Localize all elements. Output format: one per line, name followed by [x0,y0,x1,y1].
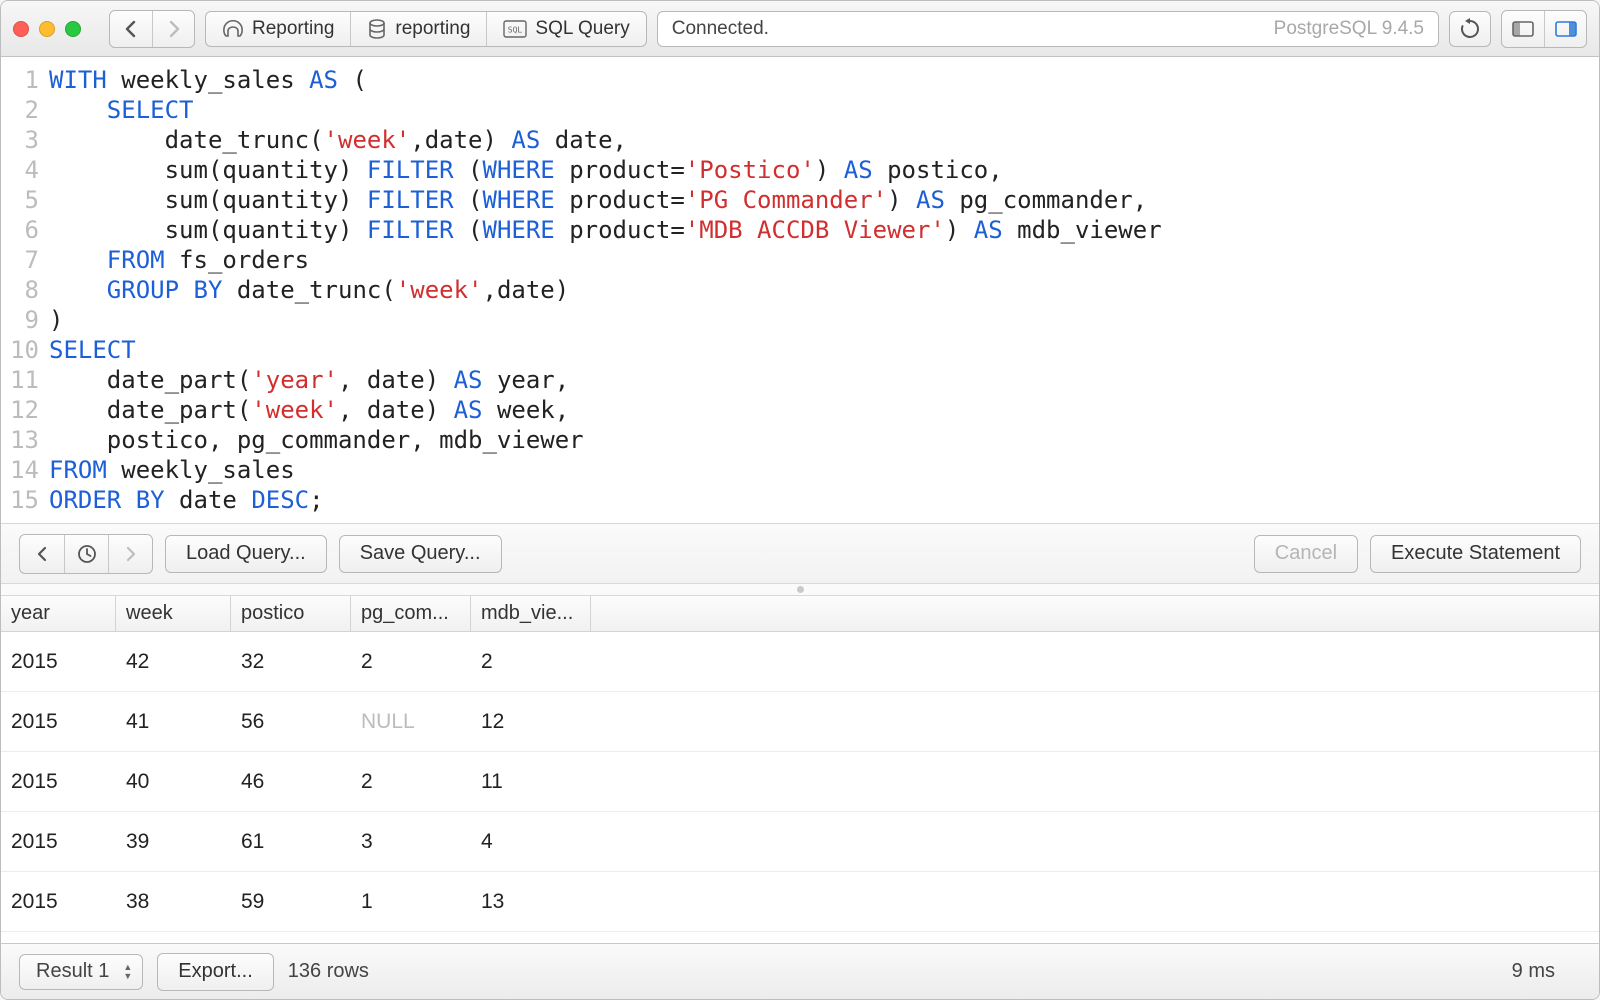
table-cell: 13 [471,890,591,914]
table-cell: 3 [351,830,471,854]
table-cell: 2015 [1,650,116,674]
query-time: 9 ms [1512,960,1555,983]
table-cell: 2 [351,770,471,794]
close-window-button[interactable] [13,21,29,37]
table-cell: 38 [116,890,231,914]
result-select-label: Result 1 [36,960,109,983]
table-cell: 41 [116,710,231,734]
results-pane: yearweekposticopg_com...mdb_vie... 20154… [1,596,1599,943]
zoom-window-button[interactable] [65,21,81,37]
line-gutter: 123456789101112131415 [1,57,45,523]
grip-icon [797,586,804,593]
table-cell: 2 [471,650,591,674]
db-version: PostgreSQL 9.4.5 [1274,18,1424,40]
svg-text:SQL: SQL [508,25,523,34]
history-forward-button[interactable] [108,535,152,573]
back-button[interactable] [110,11,152,47]
table-row[interactable]: 20154046211 [1,752,1599,812]
table-cell: 42 [116,650,231,674]
table-header: yearweekposticopg_com...mdb_vie... [1,596,1599,632]
right-panel-toggle[interactable] [1544,11,1586,47]
execute-button[interactable]: Execute Statement [1370,535,1581,573]
app-window: Reporting reporting SQL SQL Query Connected… [0,0,1600,1000]
table-cell: 2015 [1,830,116,854]
connection-status: Connected. [672,18,769,40]
table-cell: 56 [231,710,351,734]
window-controls [13,21,81,37]
left-panel-icon [1512,21,1534,37]
titlebar: Reporting reporting SQL SQL Query Connected… [1,1,1599,57]
load-query-button[interactable]: Load Query... [165,535,327,573]
chevron-left-icon [36,546,48,562]
cancel-button[interactable]: Cancel [1254,535,1358,573]
table-cell: 40 [116,770,231,794]
breadcrumb-item-0[interactable]: Reporting [206,12,350,46]
sql-code[interactable]: WITH weekly_sales AS ( SELECT date_trunc… [45,57,1599,523]
table-cell: 2015 [1,710,116,734]
table-cell: NULL [351,710,471,734]
result-select[interactable]: Result 1 ▲▼ [19,954,143,990]
history-back-button[interactable] [20,535,64,573]
refresh-icon [1459,18,1481,40]
panel-toggle [1501,10,1587,48]
stepper-icon: ▲▼ [123,963,132,980]
history-button[interactable] [64,535,108,573]
table-row[interactable]: 20154156NULL12 [1,692,1599,752]
table-cell: 59 [231,890,351,914]
bottom-bar: Result 1 ▲▼ Export... 136 rows 9 ms [1,943,1599,999]
table-row[interactable]: 2015423222 [1,632,1599,692]
column-header-week[interactable]: week [116,596,231,631]
table-cell: 2015 [1,890,116,914]
split-handle[interactable] [1,584,1599,596]
elephant-icon [222,19,244,39]
chevron-left-icon [124,20,138,38]
minimize-window-button[interactable] [39,21,55,37]
table-cell: 32 [231,650,351,674]
history-nav [19,534,153,574]
table-cell: 1 [351,890,471,914]
sql-editor[interactable]: 123456789101112131415 WITH weekly_sales … [1,57,1599,524]
forward-button[interactable] [152,11,194,47]
save-query-button[interactable]: Save Query... [339,535,502,573]
table-row[interactable]: 20153859113 [1,872,1599,932]
row-count: 136 rows [288,960,369,983]
table-cell: 61 [231,830,351,854]
table-cell: 2 [351,650,471,674]
breadcrumb-label: reporting [395,18,470,40]
table-row[interactable]: 2015396134 [1,812,1599,872]
breadcrumb-item-1[interactable]: reporting [350,12,486,46]
table-cell: 4 [471,830,591,854]
table-cell: 2015 [1,770,116,794]
chevron-right-icon [125,546,137,562]
sql-icon: SQL [503,20,527,38]
right-panel-icon [1555,21,1577,37]
column-header-year[interactable]: year [1,596,116,631]
column-header-pg_com[interactable]: pg_com... [351,596,471,631]
table-cell: 11 [471,770,591,794]
table-cell: 39 [116,830,231,854]
left-panel-toggle[interactable] [1502,11,1544,47]
export-button[interactable]: Export... [157,953,273,991]
breadcrumb-label: Reporting [252,18,334,40]
column-header-postico[interactable]: postico [231,596,351,631]
table-cell: 12 [471,710,591,734]
table-cell: 46 [231,770,351,794]
refresh-button[interactable] [1449,11,1491,47]
query-toolbar: Load Query... Save Query... Cancel Execu… [1,524,1599,584]
breadcrumb: Reporting reporting SQL SQL Query [205,11,647,47]
database-icon [367,19,387,39]
nav-back-forward [109,10,195,48]
clock-icon [77,544,97,564]
chevron-right-icon [167,20,181,38]
status-bar: Connected. PostgreSQL 9.4.5 [657,11,1439,47]
column-header-mdb_vie[interactable]: mdb_vie... [471,596,591,631]
breadcrumb-item-2[interactable]: SQL SQL Query [486,12,645,46]
breadcrumb-label: SQL Query [535,18,629,40]
table-body: 201542322220154156NULL122015404621120153… [1,632,1599,943]
